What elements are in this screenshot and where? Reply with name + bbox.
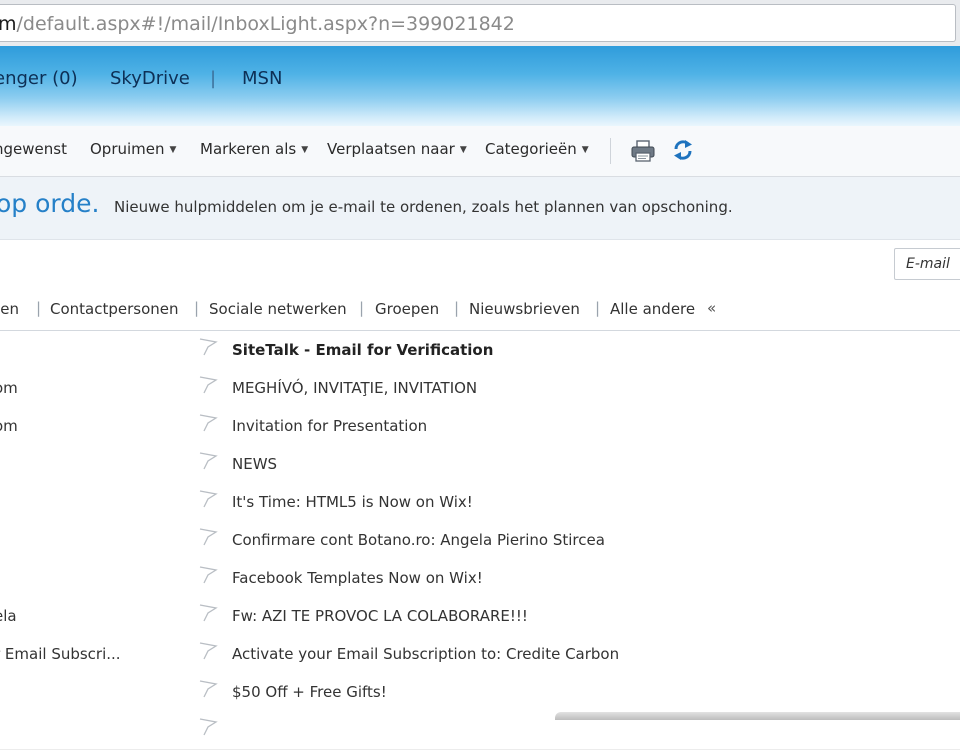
message-sender: om <box>0 417 18 435</box>
app-header: enger (0) SkyDrive | MSN <box>0 46 960 126</box>
filter-newsletters[interactable]: Nieuwsbrieven <box>469 300 580 318</box>
flag-icon[interactable] <box>198 718 218 740</box>
chevron-down-icon: ▼ <box>459 145 467 155</box>
toolbar-mark-as-button[interactable]: Markeren als ▼ <box>200 140 308 158</box>
search-input[interactable] <box>894 248 960 280</box>
flag-icon[interactable] <box>198 490 218 512</box>
banner-title[interactable]: op orde. <box>0 189 99 218</box>
info-banner: op orde. Nieuwe hulpmiddelen om je e-mai… <box>0 177 960 240</box>
chevron-down-icon: ▼ <box>581 145 589 155</box>
message-list: SiteTalk - Email for Verification om MEGH… <box>0 331 960 750</box>
filter-groups[interactable]: Groepen <box>375 300 439 318</box>
message-row[interactable]: om MEGHÍVÓ, INVITAŢIE, INVITATION <box>0 369 960 408</box>
browser-address-bar: m/default.aspx#!/mail/InboxLight.aspx?n=… <box>0 0 960 47</box>
message-row[interactable]: om Invitation for Presentation <box>0 407 960 446</box>
toolbar-junk-label: ngewenst <box>0 140 67 158</box>
message-row[interactable]: r Email Subscri... Activate your Email Su… <box>0 635 960 674</box>
header-link-msn[interactable]: MSN <box>242 68 282 89</box>
message-sender: r Email Subscri... <box>0 645 121 663</box>
message-row[interactable]: Confirmare cont Botano.ro: Angela Pierin… <box>0 521 960 560</box>
message-subject: Fw: AZI TE PROVOC LA COLABORARE!!! <box>232 607 528 625</box>
toolbar-divider <box>610 138 611 164</box>
filter-social-networks[interactable]: Sociale netwerken <box>209 300 347 318</box>
toolbar-move-to-label: Verplaatsen naar <box>327 140 455 158</box>
toolbar-categories-button[interactable]: Categorieën ▼ <box>485 140 589 158</box>
message-subject: Confirmare cont Botano.ro: Angela Pierin… <box>232 531 605 549</box>
message-subject: Facebook Templates Now on Wix! <box>232 569 483 587</box>
message-subject: Activate your Email Subscription to: Cre… <box>232 645 620 663</box>
chevron-down-icon: ▼ <box>301 145 309 155</box>
filter-contacts[interactable]: Contactpersonen <box>50 300 179 318</box>
refresh-icon[interactable] <box>672 138 694 166</box>
message-sender: ela <box>0 607 17 625</box>
message-subject: It's Time: HTML5 is Now on Wix! <box>232 493 473 511</box>
message-row[interactable]: $50 Off + Free Gifts! <box>0 673 960 712</box>
header-link-skydrive[interactable]: SkyDrive <box>110 68 190 89</box>
filter-bar: cen | Contactpersonen | Sociale netwerke… <box>0 290 960 331</box>
message-subject: Invitation for Presentation <box>232 417 428 435</box>
message-row[interactable]: SiteTalk - Email for Verification <box>0 331 960 370</box>
filter-separator: | <box>194 299 200 317</box>
flag-icon[interactable] <box>198 528 218 550</box>
toolbar-mark-as-label: Markeren als <box>200 140 297 158</box>
search-row <box>0 240 960 290</box>
url-host: m <box>0 13 17 35</box>
filter-separator: | <box>454 299 460 317</box>
mail-toolbar: ngewenst Opruimen ▼ Markeren als ▼ Verplaa… <box>0 126 960 177</box>
message-subject: $50 Off + Free Gifts! <box>232 683 387 701</box>
flag-icon[interactable] <box>198 414 218 436</box>
url-path: /default.aspx#!/mail/InboxLight.aspx?n=3… <box>16 13 515 35</box>
banner-text: Nieuwe hulpmiddelen om je e-mail te orde… <box>114 198 733 216</box>
message-row[interactable]: It's Time: HTML5 is Now on Wix! <box>0 483 960 522</box>
message-subject: NEWS <box>232 455 278 473</box>
message-row[interactable]: NEWS <box>0 445 960 484</box>
flag-icon[interactable] <box>198 604 218 626</box>
flag-icon[interactable] <box>198 338 218 360</box>
flag-icon[interactable] <box>198 452 218 474</box>
message-sender: om <box>0 379 18 397</box>
toolbar-move-to-button[interactable]: Verplaatsen naar ▼ <box>327 140 467 158</box>
toolbar-junk-button[interactable]: ngewenst <box>0 140 67 158</box>
flag-icon[interactable] <box>198 376 218 398</box>
filter-everything-else[interactable]: Alle andere <box>610 300 695 318</box>
bottom-overlay-edge <box>555 712 960 720</box>
flag-icon[interactable] <box>198 680 218 702</box>
message-subject: SiteTalk - Email for Verification <box>232 341 494 359</box>
filter-separator: | <box>359 299 365 317</box>
filter-separator: | <box>36 299 42 317</box>
message-row[interactable]: ela Fw: AZI TE PROVOC LA COLABORARE!!! <box>0 597 960 636</box>
message-subject: MEGHÍVÓ, INVITAŢIE, INVITATION <box>232 379 478 397</box>
chevron-down-icon: ▼ <box>169 145 177 155</box>
url-field[interactable]: m/default.aspx#!/mail/InboxLight.aspx?n=… <box>0 4 956 42</box>
header-separator: | <box>210 68 217 89</box>
flag-icon[interactable] <box>198 566 218 588</box>
filter-people[interactable]: cen <box>0 300 19 318</box>
toolbar-categories-label: Categorieën <box>485 140 577 158</box>
header-link-messenger[interactable]: enger (0) <box>0 68 78 89</box>
print-icon[interactable] <box>630 139 656 167</box>
toolbar-sweep-button[interactable]: Opruimen ▼ <box>90 140 176 158</box>
message-row[interactable]: Facebook Templates Now on Wix! <box>0 559 960 598</box>
collapse-filters-icon[interactable]: « <box>707 299 716 317</box>
flag-icon[interactable] <box>198 642 218 664</box>
filter-separator: | <box>595 299 601 317</box>
toolbar-sweep-label: Opruimen <box>90 140 165 158</box>
